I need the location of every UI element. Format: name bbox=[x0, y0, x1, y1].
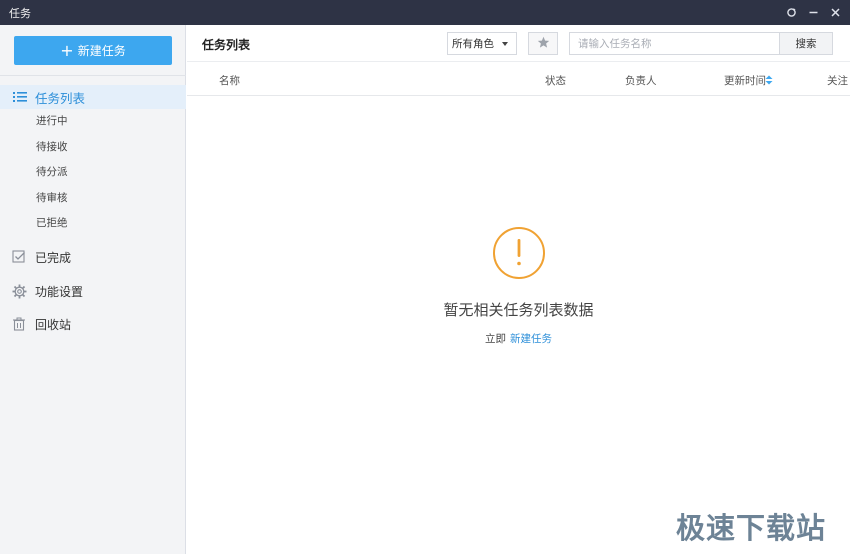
refresh-icon[interactable] bbox=[780, 0, 802, 25]
sidebar-subitem-to-assign[interactable]: 待分派 bbox=[36, 164, 68, 179]
window-titlebar: 任务 bbox=[0, 0, 850, 25]
new-task-link[interactable]: 新建任务 bbox=[510, 333, 552, 345]
role-filter-select[interactable]: 所有角色 bbox=[447, 32, 517, 55]
trash-icon bbox=[12, 317, 26, 334]
new-task-button[interactable]: + 新建任务 bbox=[14, 36, 172, 65]
empty-state-action-prefix: 立即 bbox=[485, 333, 506, 345]
column-header-name: 名称 bbox=[219, 75, 240, 87]
search-button[interactable]: 搜索 bbox=[779, 32, 833, 55]
sort-icon[interactable] bbox=[765, 74, 773, 85]
sidebar-item-task-list[interactable]: 任务列表 bbox=[0, 85, 186, 109]
sidebar-subitem-in-progress[interactable]: 进行中 bbox=[36, 113, 68, 128]
sidebar-item-label: 任务列表 bbox=[35, 90, 86, 106]
favorite-filter-button[interactable] bbox=[528, 32, 558, 55]
column-header-follow: 关注 bbox=[827, 75, 848, 87]
sidebar-subitem-to-receive[interactable]: 待接收 bbox=[36, 139, 68, 154]
sidebar-divider bbox=[0, 75, 186, 76]
sidebar-item-label: 已完成 bbox=[35, 250, 72, 265]
star-icon bbox=[537, 36, 550, 52]
warning-icon bbox=[492, 226, 546, 283]
toolbar: 任务列表 所有角色 搜索 bbox=[187, 25, 850, 62]
empty-state: 暂无相关任务列表数据 立即 新建任务 bbox=[187, 96, 850, 554]
sidebar-item-settings[interactable]: 功能设置 bbox=[0, 280, 186, 302]
plus-icon: + bbox=[60, 40, 74, 60]
column-header-status: 状态 bbox=[545, 75, 566, 87]
sidebar-item-label: 功能设置 bbox=[35, 284, 84, 299]
role-filter-value: 所有角色 bbox=[452, 38, 494, 50]
sidebar-item-recycle-bin[interactable]: 回收站 bbox=[0, 313, 186, 335]
gear-icon bbox=[12, 284, 27, 302]
empty-state-action: 立即 新建任务 bbox=[187, 331, 850, 346]
page-title: 任务列表 bbox=[202, 38, 251, 52]
close-icon[interactable] bbox=[824, 0, 846, 25]
chevron-down-icon bbox=[502, 42, 508, 46]
sidebar-subitem-rejected[interactable]: 已拒绝 bbox=[36, 215, 68, 230]
sidebar: + 新建任务 任务列表 进行中 待接收 待分派 待审核 已拒绝 已完成 功能设置… bbox=[0, 25, 186, 554]
window-title: 任务 bbox=[9, 6, 31, 20]
minimize-icon[interactable] bbox=[802, 0, 824, 25]
sidebar-item-label: 回收站 bbox=[35, 317, 72, 332]
column-header-updated-time[interactable]: 更新时间 bbox=[724, 73, 766, 88]
window-controls bbox=[780, 0, 846, 25]
column-header-owner: 负责人 bbox=[625, 75, 657, 87]
empty-state-message: 暂无相关任务列表数据 bbox=[443, 301, 594, 319]
new-task-label: 新建任务 bbox=[77, 44, 126, 58]
search-input[interactable] bbox=[569, 32, 780, 55]
checkbox-icon bbox=[12, 250, 26, 267]
sidebar-item-completed[interactable]: 已完成 bbox=[0, 246, 186, 268]
table-header: 名称 状态 负责人 更新时间 关注 bbox=[187, 62, 850, 96]
list-icon bbox=[13, 91, 27, 106]
sidebar-subitem-to-review[interactable]: 待审核 bbox=[36, 190, 68, 205]
watermark-text: 极速下载站 bbox=[676, 511, 827, 545]
